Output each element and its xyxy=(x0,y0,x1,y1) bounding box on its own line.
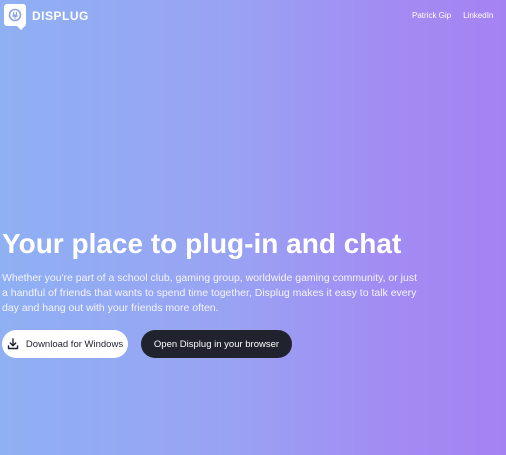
top-nav: Patrick Gip LinkedIn P xyxy=(412,11,506,20)
hero-description: Whether you're part of a school club, ga… xyxy=(2,272,418,314)
brand-name[interactable]: DISPLUG xyxy=(32,9,89,23)
nav-link-patrick-gip[interactable]: Patrick Gip xyxy=(412,11,451,20)
plug-icon xyxy=(8,8,22,22)
download-windows-button[interactable]: Download for Windows xyxy=(2,330,128,358)
download-button-label: Download for Windows xyxy=(25,338,124,350)
logo[interactable] xyxy=(4,4,26,30)
header: DISPLUG Patrick Gip LinkedIn P xyxy=(0,0,506,32)
hero-title: Your place to plug-in and chat xyxy=(2,228,402,259)
browser-button-label: Open Displug in your browser xyxy=(153,338,280,350)
open-in-browser-button[interactable]: Open Displug in your browser xyxy=(141,330,292,358)
download-icon xyxy=(7,338,19,350)
nav-link-linkedin[interactable]: LinkedIn xyxy=(463,11,493,20)
